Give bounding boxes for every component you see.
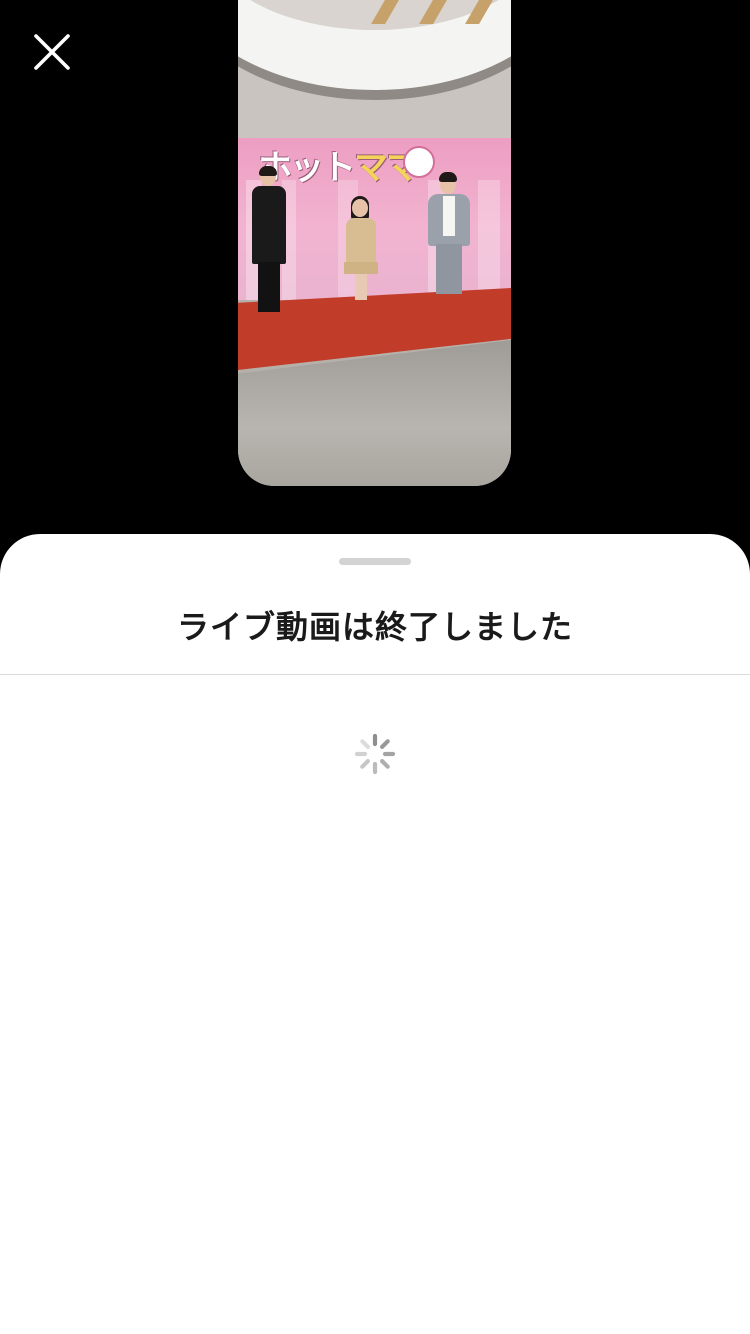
sheet-grabber[interactable]	[339, 558, 411, 565]
live-ended-screen: ホットママ ライブ動画は終了しました	[0, 0, 750, 1334]
bottom-sheet: ライブ動画は終了しました	[0, 534, 750, 1334]
preview-logo: ホットママ	[258, 148, 420, 188]
loading-spinner-icon	[354, 733, 396, 775]
live-video-preview[interactable]: ホットママ	[238, 0, 511, 486]
preview-badge	[403, 146, 435, 178]
close-icon	[34, 34, 70, 70]
close-button[interactable]	[26, 26, 78, 78]
sheet-title: ライブ動画は終了しました	[176, 608, 573, 646]
sheet-divider	[0, 674, 750, 675]
